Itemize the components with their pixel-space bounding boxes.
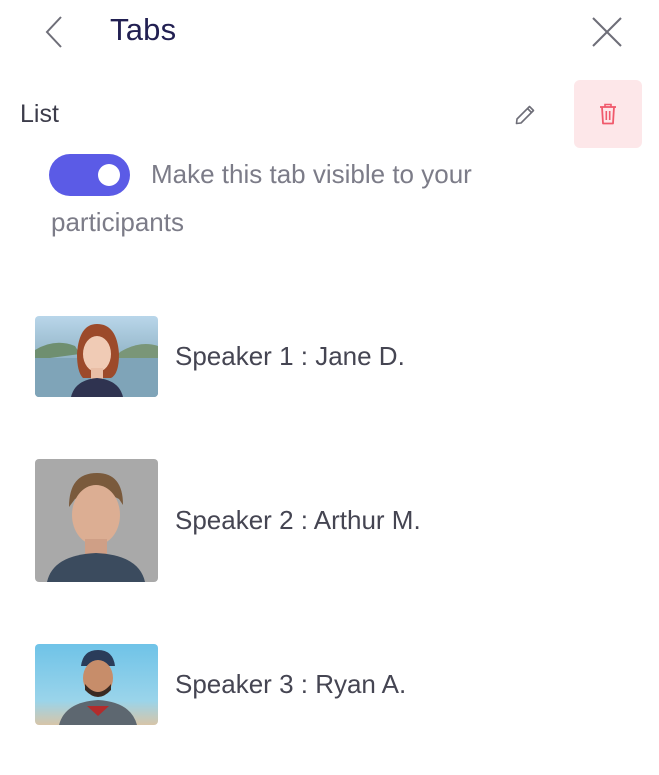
speaker-photo-jane <box>35 316 158 397</box>
speaker-name: Speaker 3 : Ryan A. <box>175 669 407 699</box>
close-icon <box>592 17 622 47</box>
visibility-label: Make this tab visible to your participan… <box>51 159 472 237</box>
speaker-name: Speaker 1 : Jane D. <box>175 341 405 371</box>
trash-icon <box>600 103 616 125</box>
delete-button[interactable] <box>574 80 642 148</box>
tabs-panel: Tabs List Make this tab visible to your … <box>0 0 659 775</box>
speaker-item[interactable]: Speaker 2 : Arthur M. <box>35 459 421 582</box>
speaker-photo-arthur <box>35 459 158 582</box>
speaker-photo-ryan <box>35 644 158 725</box>
section-label: List <box>20 100 59 128</box>
close-button[interactable] <box>588 14 626 50</box>
back-button[interactable] <box>38 14 70 50</box>
chevron-left-icon <box>45 16 62 48</box>
speaker-item[interactable]: Speaker 1 : Jane D. <box>35 316 405 397</box>
speaker-name: Speaker 2 : Arthur M. <box>175 505 421 535</box>
speaker-item[interactable]: Speaker 3 : Ryan A. <box>35 644 406 725</box>
pencil-icon <box>515 105 535 125</box>
edit-button[interactable] <box>508 98 542 132</box>
page-title: Tabs <box>110 12 177 47</box>
